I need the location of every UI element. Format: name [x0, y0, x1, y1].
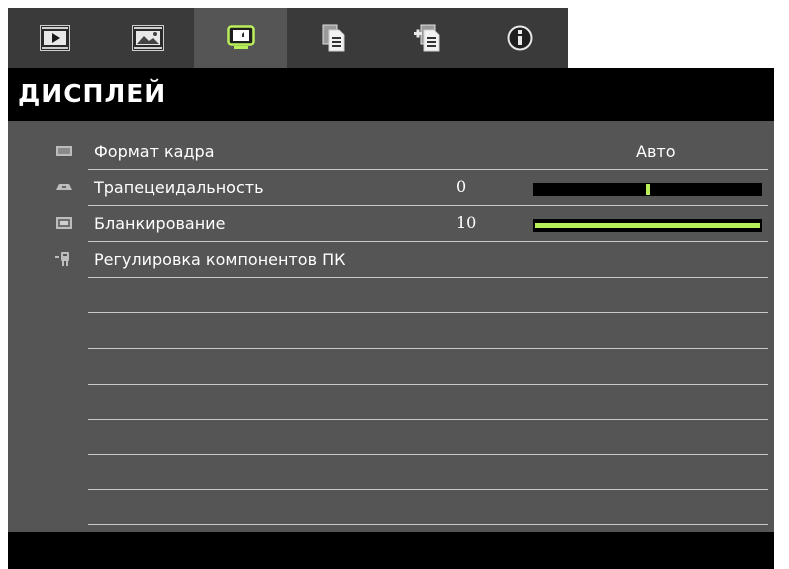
- pc-adjust-label: Регулировка компонентов ПК: [94, 250, 346, 269]
- tab-document[interactable]: [287, 8, 380, 68]
- display-icon: [226, 25, 255, 49]
- menu-panel: Формат кадра Авто Трапецеидальность 0 Бл…: [8, 121, 774, 532]
- blanking-label: Бланкирование: [94, 214, 226, 233]
- document-icon: [322, 24, 344, 52]
- page-header: ДИСПЛЕЙ: [8, 68, 774, 121]
- aspect-ratio-icon: [56, 146, 72, 156]
- empty-row: [88, 455, 768, 490]
- pc-adjust-icon: [55, 252, 69, 266]
- keystone-slider[interactable]: [533, 183, 762, 196]
- info-icon: [507, 25, 532, 51]
- keystone-value: 0: [456, 177, 467, 196]
- blanking-slider-fill: [535, 223, 760, 228]
- keystone-label: Трапецеидальность: [94, 178, 264, 197]
- tab-bar: [8, 8, 568, 68]
- empty-row: [88, 490, 768, 525]
- footer-bar: [8, 532, 774, 569]
- tab-info[interactable]: [473, 8, 566, 68]
- document-add-icon: [413, 24, 439, 52]
- osd-menu: ДИСПЛЕЙ Формат кадра Авто Трапецеидально…: [8, 8, 774, 569]
- aspect-ratio-label: Формат кадра: [94, 142, 215, 161]
- menu-item-blanking[interactable]: Бланкирование 10: [56, 206, 768, 242]
- play-icon: [39, 25, 70, 51]
- menu-item-pc-adjust[interactable]: Регулировка компонентов ПК: [55, 242, 768, 278]
- empty-row: [88, 278, 768, 313]
- keystone-slider-knob[interactable]: [645, 184, 650, 195]
- blanking-value: 10: [456, 213, 477, 232]
- blanking-slider[interactable]: [533, 219, 762, 232]
- empty-row: [88, 350, 768, 385]
- tab-play[interactable]: [8, 8, 101, 68]
- page-title: ДИСПЛЕЙ: [18, 79, 167, 108]
- empty-row: [88, 385, 768, 420]
- menu-item-aspect-ratio[interactable]: Формат кадра Авто: [56, 134, 768, 170]
- tab-document-add[interactable]: [380, 8, 473, 68]
- aspect-ratio-value[interactable]: Авто: [636, 142, 675, 161]
- blanking-icon: [56, 217, 72, 229]
- tab-image[interactable]: [101, 8, 194, 68]
- tab-display[interactable]: [194, 8, 287, 68]
- menu-item-keystone[interactable]: Трапецеидальность 0: [56, 170, 768, 206]
- keystone-icon: [56, 184, 72, 190]
- empty-row: [88, 314, 768, 349]
- empty-row: [88, 420, 768, 455]
- image-icon: [131, 25, 164, 51]
